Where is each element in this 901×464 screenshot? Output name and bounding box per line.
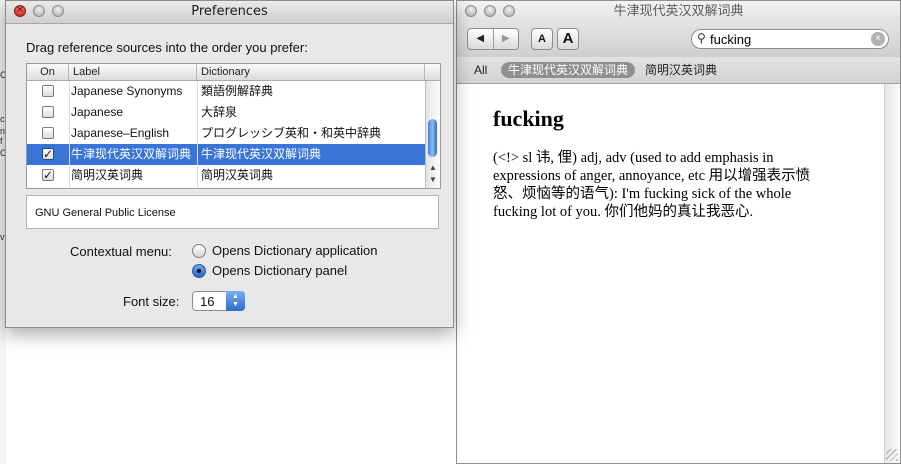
scope-all[interactable]: All [474,62,487,78]
search-field[interactable]: ⚲ × [691,29,889,49]
radio-label: Opens Dictionary application [212,243,378,258]
radio-opens-application[interactable]: Opens Dictionary application [192,243,377,258]
scope-concise-ce[interactable]: 简明汉英词典 [645,62,717,78]
column-header-on[interactable]: On [27,64,69,80]
dictionary-toolbar: ◀ ▶ A A ⚲ × [457,23,900,57]
instruction-text: Drag reference sources into the order yo… [26,40,308,55]
table-row[interactable]: Japanese 大辞泉 [27,102,425,123]
background-fragment: v [0,232,5,242]
row-label: 简明汉英词典 [71,168,144,182]
enabled-checkbox[interactable] [42,85,54,97]
table-scrollbar[interactable]: ▲ ▼ [425,81,440,188]
zoom-window-button[interactable] [503,5,515,17]
column-divider [69,81,70,188]
content-scrollbar[interactable] [884,84,900,463]
table-header: On Label Dictionary [27,64,440,81]
radio-label: Opens Dictionary panel [212,263,348,278]
dictionary-window: 牛津现代英汉双解词典 ◀ ▶ A A ⚲ × All 牛津现代英汉双解词典 简明… [456,0,901,464]
checkbox-cell: ✓ [27,144,69,165]
definition-pane: fucking (<!> sl 讳, 俚) adj, adv (used to … [457,84,886,463]
table-row[interactable]: Japanese–English プログレッシブ英和・和英中辞典 [27,123,425,144]
background-fragment: c [0,114,5,124]
column-divider [197,81,198,188]
font-size-label: Font size: [123,294,180,309]
scroll-arrows[interactable]: ▲ ▼ [426,162,440,188]
minimize-window-button[interactable] [33,5,45,17]
row-dictionary: 简明汉英词典 [201,168,274,182]
window-controls: × [14,5,64,17]
row-label: 牛津现代英汉双解词典 [71,147,192,161]
back-button[interactable]: ◀ [468,29,493,49]
scope-oxford-ec[interactable]: 牛津现代英汉双解词典 [501,62,636,78]
larger-font-button[interactable]: A [557,28,579,50]
search-input[interactable] [710,31,860,47]
forward-button[interactable]: ▶ [492,29,519,49]
smaller-font-button[interactable]: A [531,28,553,50]
preferences-window: × Preferences Drag reference sources int… [5,0,454,328]
checkbox-cell [27,102,69,123]
close-window-button[interactable]: × [14,5,26,17]
window-title: 牛津现代英汉双解词典 [613,4,744,19]
window-controls [465,5,515,17]
row-dictionary: 類語例解辞典 [201,84,274,98]
back-forward-control: ◀ ▶ [467,28,519,50]
row-dictionary: プログレッシブ英和・和英中辞典 [201,126,382,140]
scrollbar-thumb[interactable] [428,119,437,157]
radio-button-selected[interactable] [192,263,206,278]
entry-headword: fucking [493,106,564,131]
checkbox-cell: ✓ [27,165,69,186]
row-dictionary: 大辞泉 [201,105,238,119]
font-size-value: 16 [200,294,215,309]
close-window-button[interactable] [465,5,477,17]
row-label: Japanese–English [71,126,170,140]
background-fragment: f [0,136,3,146]
popup-arrows-icon[interactable]: ▲ ▼ [226,291,245,311]
zoom-window-button[interactable] [52,5,64,17]
row-label: Japanese [71,105,124,119]
row-label: Japanese Synonyms [71,84,183,98]
checkbox-cell [27,81,69,102]
close-icon: × [16,5,24,15]
radio-button[interactable] [192,243,206,258]
minimize-window-button[interactable] [484,5,496,17]
table-row[interactable]: ✓ 简明汉英词典 简明汉英词典 [27,165,425,186]
resize-grip-icon[interactable] [886,449,898,461]
radio-opens-panel[interactable]: Opens Dictionary panel [192,263,347,278]
enabled-checkbox[interactable] [42,106,54,118]
dictionary-titlebar[interactable]: 牛津现代英汉双解词典 [457,1,900,23]
clear-search-icon[interactable]: × [871,32,885,46]
font-size-select[interactable]: 16 ▲ ▼ [192,291,245,311]
reference-sources-table[interactable]: On Label Dictionary Japanese Synonyms 類語… [26,63,441,189]
enabled-checkbox-checked[interactable]: ✓ [42,169,54,181]
search-icon: ⚲ [697,31,706,45]
row-dictionary: 牛津现代英汉双解词典 [201,147,322,161]
column-header-label[interactable]: Label [69,64,197,80]
enabled-checkbox-checked[interactable]: ✓ [42,148,54,160]
enabled-checkbox[interactable] [42,127,54,139]
scroll-up-icon[interactable]: ▲ [426,162,440,174]
contextual-menu-label: Contextual menu: [70,244,172,259]
scroll-down-icon[interactable]: ▼ [426,174,440,186]
dictionary-scope-bar: All 牛津现代英汉双解词典 简明汉英词典 [457,57,900,84]
column-header-dictionary[interactable]: Dictionary [197,64,425,80]
entry-definition: (<!> sl 讳, 俚) adj, adv (used to add emph… [493,150,811,220]
window-title: Preferences [191,4,268,19]
license-info-box: GNU General Public License [26,195,439,229]
checkbox-cell [27,123,69,144]
preferences-titlebar[interactable]: × Preferences [6,1,453,24]
table-row-selected[interactable]: ✓ 牛津现代英汉双解词典 牛津现代英汉双解词典 [27,144,425,165]
table-row[interactable]: Japanese Synonyms 類語例解辞典 [27,81,425,102]
